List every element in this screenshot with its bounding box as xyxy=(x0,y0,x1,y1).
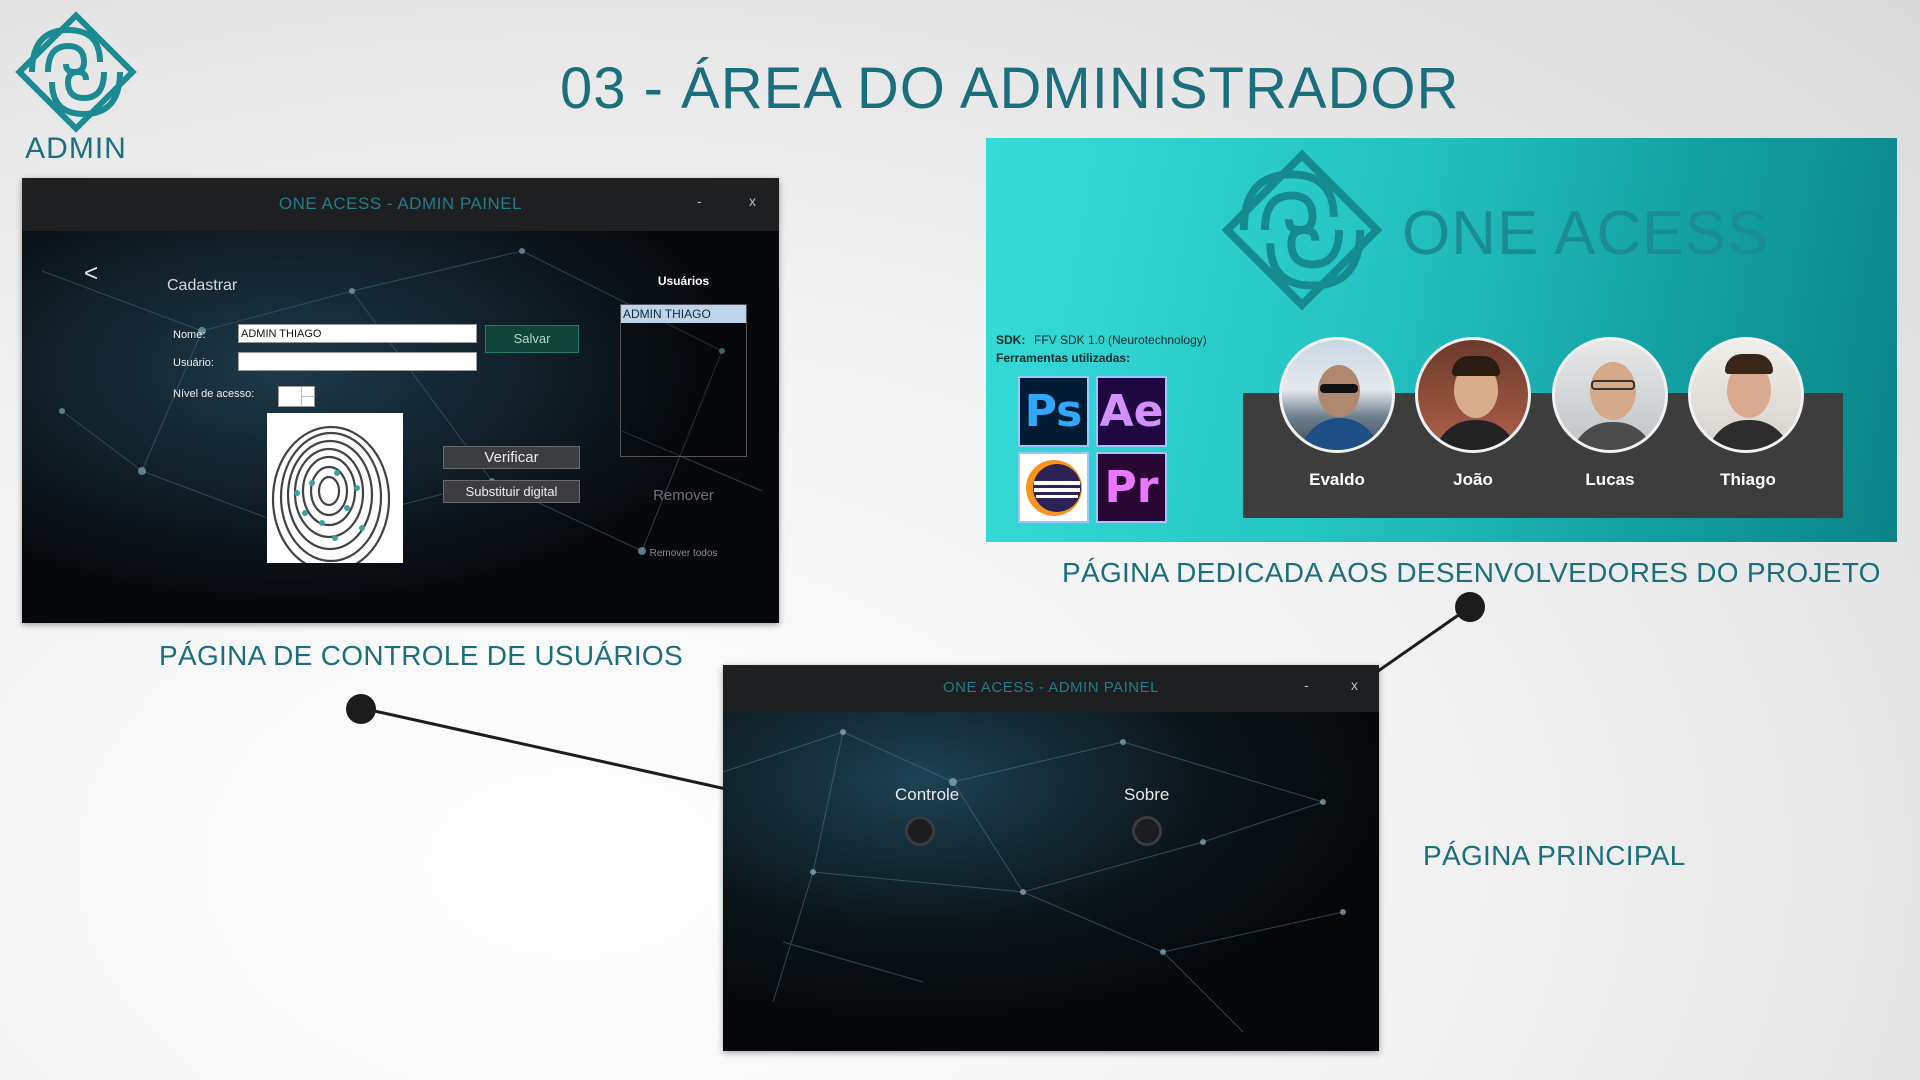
developer-name: João xyxy=(1453,470,1493,489)
avatar-thiago xyxy=(1688,337,1804,453)
save-button[interactable]: Salvar xyxy=(485,325,579,353)
eclipse-icon xyxy=(1018,452,1089,523)
premiere-label: Pr xyxy=(1104,462,1159,513)
admin-logo-text: ADMIN xyxy=(25,132,127,165)
slide-title: 03 - ÁREA DO ADMINISTRADOR xyxy=(560,56,1460,121)
developer-name: Evaldo xyxy=(1309,470,1365,489)
avatar-evaldo xyxy=(1279,337,1395,453)
avatar-joao xyxy=(1415,337,1531,453)
user-list-item[interactable]: ADMIN THIAGO xyxy=(621,305,746,323)
stepper-arrows-icon xyxy=(301,387,315,406)
connector-dot xyxy=(1455,592,1485,622)
access-level-label: Nível de acesso: xyxy=(173,388,255,400)
minimize-button[interactable]: - xyxy=(1304,677,1309,693)
control-nav-label: Controle xyxy=(895,785,960,804)
photoshop-icon: Ps xyxy=(1018,376,1089,447)
after-effects-label: Ae xyxy=(1099,386,1164,437)
remove-all-button[interactable]: Remover todos xyxy=(620,548,747,559)
control-window: ONE ACESS - ADMIN PAINEL - x < Cadastrar… xyxy=(22,178,779,623)
title-bar[interactable]: ONE ACESS - ADMIN PAINEL - x xyxy=(723,665,1379,712)
caption-main-page: PÁGINA PRINCIPAL xyxy=(1423,840,1686,871)
back-button[interactable]: < xyxy=(84,260,98,288)
control-nav-button[interactable] xyxy=(905,816,935,846)
developers-page: ONE ACESS SDK: FFV SDK 1.0 (Neurotechnol… xyxy=(986,138,1897,542)
user-label: Usuário: xyxy=(173,357,214,369)
brand-title: ONE ACESS xyxy=(1402,199,1770,268)
developer-name: Thiago xyxy=(1720,470,1776,489)
verify-button[interactable]: Verificar xyxy=(443,446,580,469)
access-level-stepper[interactable] xyxy=(278,386,315,407)
name-label: Nome: xyxy=(173,329,206,341)
avatar-lucas xyxy=(1552,337,1668,453)
caption-developers-page: PÁGINA DEDICADA AOS DESENVOLVEDORES DO P… xyxy=(1062,557,1881,588)
close-button[interactable]: x xyxy=(1351,677,1358,693)
fingerprint-image xyxy=(267,413,403,563)
users-list[interactable]: ADMIN THIAGO xyxy=(620,304,747,457)
network-background xyxy=(723,712,1379,1051)
about-nav-button[interactable] xyxy=(1132,816,1162,846)
users-title: Usuários xyxy=(657,274,710,288)
replace-fingerprint-button[interactable]: Substituir digital xyxy=(443,480,580,503)
one-acess-logo-icon xyxy=(1221,149,1383,311)
sdk-value: FFV SDK 1.0 (Neurotechnology) xyxy=(1034,333,1207,347)
close-button[interactable]: x xyxy=(749,193,756,209)
premiere-icon: Pr xyxy=(1096,452,1167,523)
admin-logo-icon xyxy=(15,11,137,133)
developer-name: Lucas xyxy=(1585,470,1635,489)
tools-label: Ferramentas utilizadas: xyxy=(996,351,1131,365)
name-field[interactable]: ADMIN THIAGO xyxy=(238,324,477,343)
title-bar[interactable]: ONE ACESS - ADMIN PAINEL - x xyxy=(22,178,779,231)
eclipse-logo-icon xyxy=(1025,459,1082,516)
minimize-button[interactable]: - xyxy=(697,193,702,209)
about-nav-label: Sobre xyxy=(1124,785,1170,804)
section-title: Cadastrar xyxy=(167,277,238,294)
main-window: ONE ACESS - ADMIN PAINEL - x Controle So… xyxy=(723,665,1379,1051)
remove-button[interactable]: Remover xyxy=(620,487,747,504)
window-title: ONE ACESS - ADMIN PAINEL xyxy=(943,679,1159,696)
sdk-label: SDK: xyxy=(996,333,1026,347)
caption-control-page: PÁGINA DE CONTROLE DE USUÁRIOS xyxy=(159,640,683,671)
after-effects-icon: Ae xyxy=(1096,376,1167,447)
connector-dot xyxy=(346,694,376,724)
user-field[interactable] xyxy=(238,352,477,371)
window-title: ONE ACESS - ADMIN PAINEL xyxy=(278,194,523,213)
photoshop-label: Ps xyxy=(1024,386,1083,437)
